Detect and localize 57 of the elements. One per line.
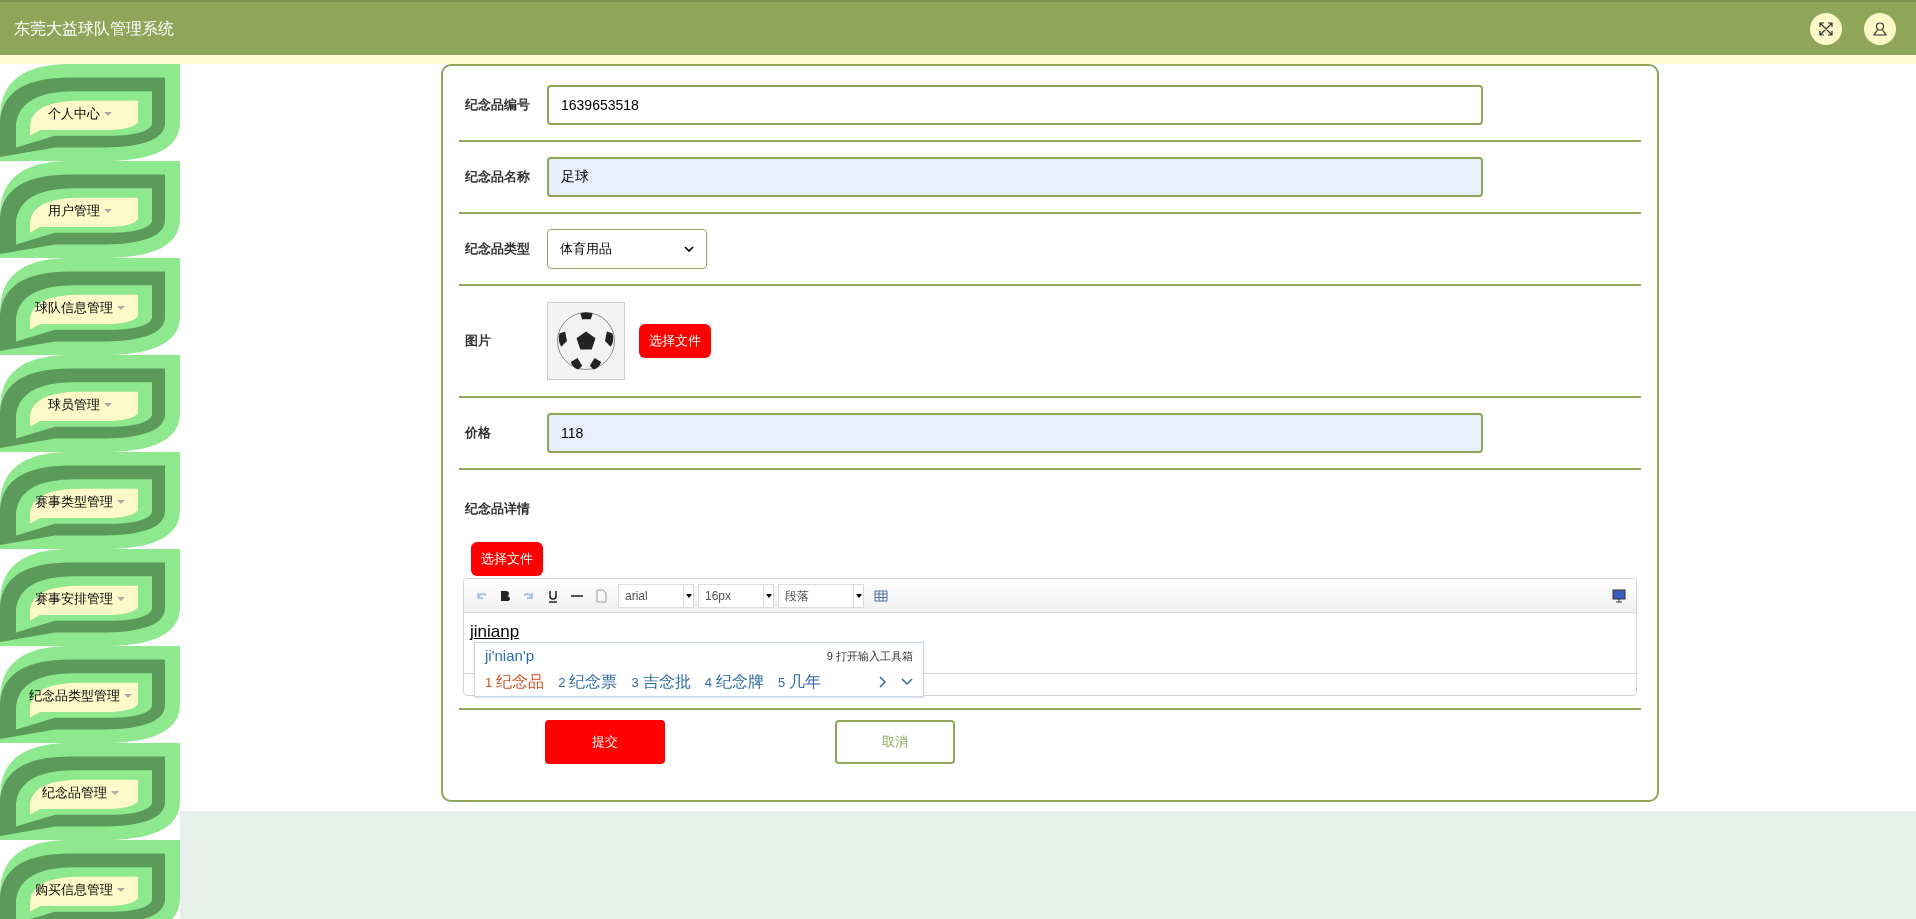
- user-button[interactable]: [1864, 12, 1896, 45]
- caret-icon: [117, 596, 125, 601]
- caret-icon: [104, 402, 112, 407]
- toolbar-select[interactable]: 段落: [778, 583, 864, 608]
- sidebar-item[interactable]: 购买信息管理: [0, 840, 180, 919]
- submit-button[interactable]: 提交: [545, 720, 665, 764]
- ime-candidate[interactable]: 4 纪念牌: [704, 669, 764, 694]
- choose-file-button[interactable]: 选择文件: [471, 542, 543, 576]
- sidebar-item[interactable]: 球员管理: [0, 355, 180, 452]
- sidebar-item[interactable]: 个人中心: [0, 64, 180, 161]
- caret-icon: [117, 499, 125, 504]
- ime-candidate[interactable]: 5 几年: [777, 669, 822, 694]
- sidebar-item[interactable]: 纪念品管理: [0, 743, 180, 840]
- text-field[interactable]: 足球: [547, 157, 1483, 197]
- bold-icon[interactable]: [498, 588, 512, 603]
- choose-file-button[interactable]: 选择文件: [639, 324, 711, 358]
- toolbar-select[interactable]: 16px: [698, 583, 774, 608]
- caret-icon: [765, 593, 772, 598]
- caret-icon: [855, 593, 862, 598]
- field-label: 纪念品编号: [465, 96, 531, 115]
- caret-icon: [110, 790, 119, 795]
- chevron-down-icon[interactable]: [901, 677, 913, 686]
- field-label: 纪念品名称: [465, 168, 531, 187]
- field-label: 价格: [465, 424, 492, 443]
- caret-icon: [104, 111, 112, 116]
- user-icon: [1872, 20, 1888, 37]
- app-title: 东莞大益球队管理系统: [14, 18, 174, 39]
- sidebar-item[interactable]: 赛事安排管理: [0, 549, 180, 646]
- field-label: 纪念品类型: [465, 240, 531, 259]
- table-icon[interactable]: [874, 588, 888, 603]
- text-field[interactable]: 1639653518: [547, 85, 1483, 125]
- ime-candidate[interactable]: 1 纪念品: [485, 669, 545, 694]
- ime-candidate[interactable]: 2 纪念票: [558, 669, 618, 694]
- editor-text: jinianp: [470, 622, 520, 641]
- sidebar-item[interactable]: 用户管理: [0, 161, 180, 258]
- text-field[interactable]: 118: [547, 413, 1483, 453]
- ime-composition: ji'nian'p: [485, 646, 535, 666]
- chevron-right-icon[interactable]: [879, 675, 887, 688]
- sidebar-item[interactable]: 赛事类型管理: [0, 452, 180, 549]
- sidebar-item[interactable]: 纪念品类型管理: [0, 646, 180, 743]
- caret-icon: [117, 887, 125, 892]
- caret-icon: [123, 693, 132, 698]
- toolbar-select[interactable]: arial: [618, 583, 694, 608]
- ime-tool-hint: 9 打开输入工具箱: [826, 649, 913, 664]
- underline-icon[interactable]: [546, 588, 560, 603]
- expand-icon: [1818, 20, 1834, 37]
- ime-candidate[interactable]: 3 吉念批: [631, 669, 691, 694]
- fullscreen-button[interactable]: [1810, 12, 1842, 45]
- field-label: 纪念品详情: [465, 501, 530, 516]
- chevron-down-icon: [684, 246, 694, 252]
- sidebar-item[interactable]: 球队信息管理: [0, 258, 180, 355]
- monitor-icon[interactable]: [1612, 588, 1626, 603]
- caret-icon: [104, 208, 112, 213]
- caret-icon: [685, 593, 692, 598]
- caret-icon: [117, 305, 125, 310]
- type-select[interactable]: 体育用品: [547, 229, 707, 269]
- field-label: 图片: [465, 332, 492, 351]
